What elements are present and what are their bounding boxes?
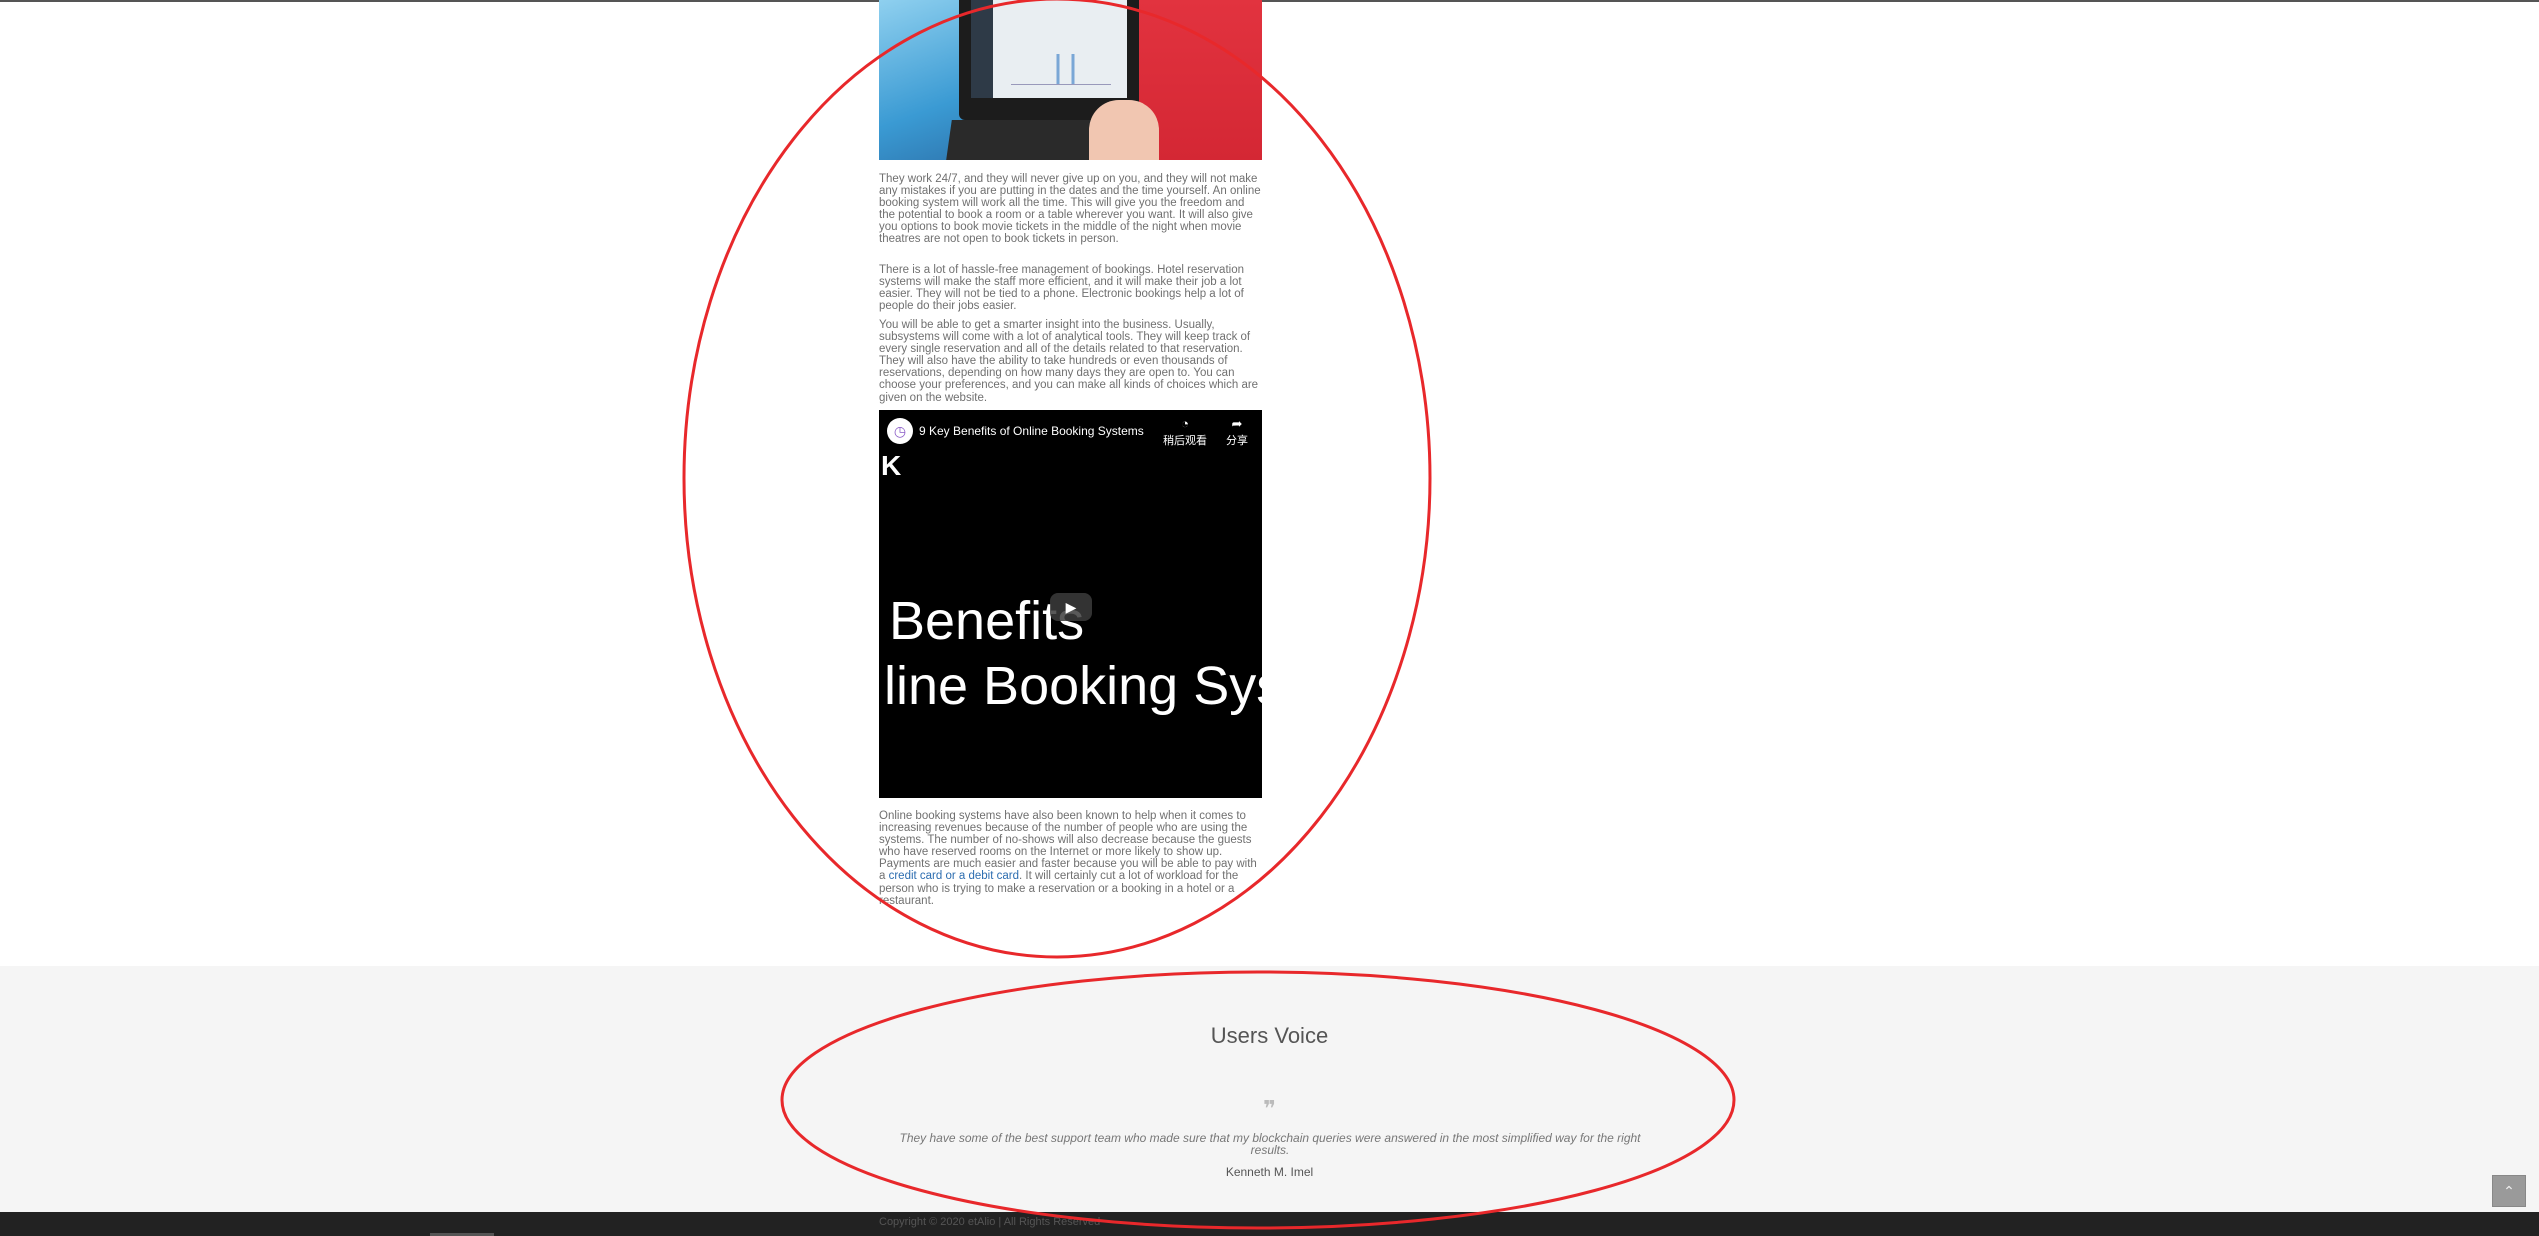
share-button[interactable]: ➦ 分享	[1217, 416, 1257, 448]
article-paragraph: You will be able to get a smarter insigh…	[879, 319, 1259, 404]
chevron-up-icon: ⌃	[2503, 1183, 2515, 1199]
channel-logo-icon[interactable]: ◷	[887, 418, 913, 444]
hero-laptop-screen	[971, 0, 1127, 98]
video-frame-corner-mark: K	[881, 450, 902, 481]
play-button[interactable]: ▶	[1050, 593, 1092, 621]
testimonial-quote: They have some of the best support team …	[899, 1131, 1641, 1157]
article-paragraph-closing: Online booking systems have also been kn…	[879, 810, 1262, 907]
testimonial-author: Kenneth M. Imel	[1225, 1165, 1314, 1179]
quote-icon: ❞	[1263, 1096, 1276, 1121]
payment-link[interactable]: credit card or a debit card	[889, 870, 1019, 882]
share-label: 分享	[1226, 435, 1248, 447]
article-paragraph: There is a lot of hassle-free management…	[879, 264, 1244, 313]
article-paragraph: They work 24/7, and they will never give…	[879, 173, 1261, 246]
watch-later-button[interactable]: ◔ 稍后观看	[1157, 416, 1213, 448]
hero-image	[879, 0, 1262, 160]
hero-screen-sidebar	[971, 0, 993, 98]
scroll-to-top-button[interactable]: ⌃	[2492, 1175, 2526, 1207]
watch-later-label: 稍后观看	[1163, 435, 1207, 447]
embedded-video-player[interactable]: ◷ 9 Key Benefits of Online Booking Syste…	[879, 410, 1262, 798]
testimonials-title: Users Voice	[1210, 1023, 1329, 1048]
video-title[interactable]: 9 Key Benefits of Online Booking Systems	[919, 424, 1144, 438]
play-icon: ▶	[1065, 599, 1077, 615]
video-frame-text-line2: line Booking Sys	[884, 656, 1262, 716]
clock-icon: ◔	[1181, 416, 1189, 431]
footer	[0, 1212, 2539, 1236]
top-border	[0, 0, 2539, 2]
hero-screen-graph	[1011, 54, 1111, 85]
footer-copyright: Copyright © 2020 etAlio | All Rights Res…	[879, 1216, 1101, 1228]
share-icon: ➦	[1231, 416, 1243, 431]
hero-hand	[1089, 100, 1159, 160]
